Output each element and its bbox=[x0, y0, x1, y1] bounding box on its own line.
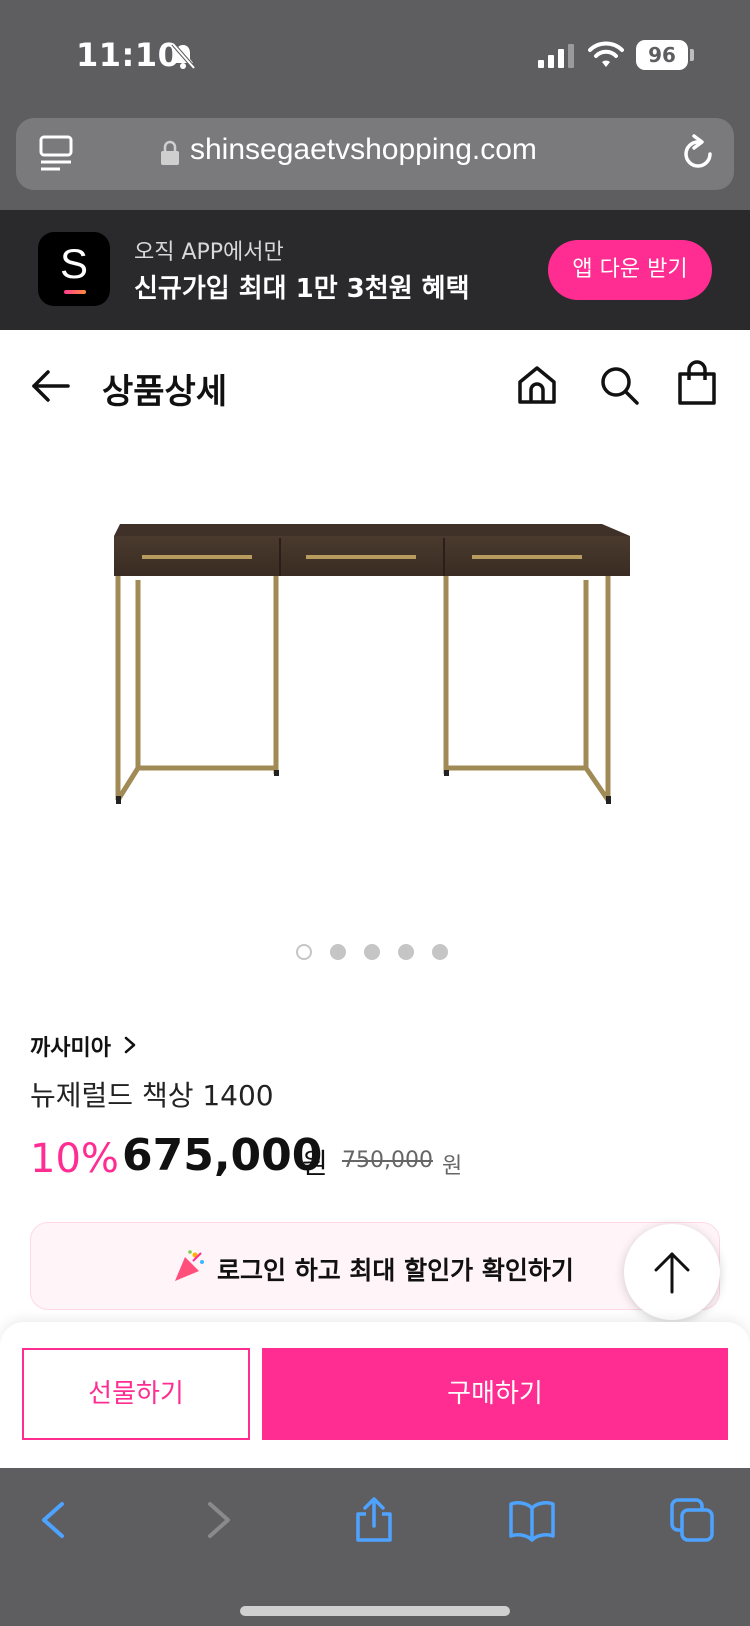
share-icon[interactable] bbox=[350, 1496, 398, 1544]
battery-indicator: 96 bbox=[636, 40, 688, 70]
back-icon[interactable] bbox=[30, 1496, 78, 1544]
gallery-dot[interactable] bbox=[432, 944, 448, 960]
product-image[interactable] bbox=[100, 500, 650, 840]
app-logo-letter: S bbox=[59, 240, 88, 287]
product-name: 뉴제럴드 책상 1400 bbox=[30, 1079, 274, 1112]
scroll-to-top-button[interactable] bbox=[624, 1224, 720, 1320]
app-download-button[interactable]: 앱 다운 받기 bbox=[548, 240, 712, 300]
wifi-icon bbox=[588, 41, 624, 67]
browser-chrome: 11:10 96 shinsegaetvshopping.com bbox=[0, 0, 750, 210]
buy-button[interactable]: 구매하기 bbox=[262, 1348, 728, 1440]
banner-title: 신규가입 최대 1만 3천원 혜택 bbox=[134, 274, 470, 304]
back-arrow-icon[interactable] bbox=[28, 364, 72, 408]
page-title: 상품상세 bbox=[102, 372, 228, 412]
page-header: 상품상세 bbox=[0, 330, 750, 450]
bookmarks-icon[interactable] bbox=[508, 1496, 556, 1544]
login-discount-banner[interactable]: 로그인 하고 최대 할인가 확인하기 bbox=[30, 1222, 720, 1310]
status-time: 11:10 bbox=[76, 36, 181, 74]
gallery-dot[interactable] bbox=[364, 944, 380, 960]
shopping-bag-icon[interactable] bbox=[676, 360, 718, 406]
app-download-banner: S 오직 APP에서만 신규가입 최대 1만 3천원 혜택 앱 다운 받기 bbox=[0, 210, 750, 330]
chevron-right-icon[interactable] bbox=[122, 1036, 138, 1054]
gallery-dot[interactable] bbox=[398, 944, 414, 960]
gallery-dot[interactable] bbox=[296, 944, 312, 960]
search-icon[interactable] bbox=[598, 364, 640, 406]
gallery-dot[interactable] bbox=[330, 944, 346, 960]
gift-button[interactable]: 선물하기 bbox=[22, 1348, 250, 1440]
reload-icon[interactable] bbox=[680, 134, 716, 172]
browser-toolbar bbox=[0, 1468, 750, 1626]
login-discount-text: 로그인 하고 최대 할인가 확인하기 bbox=[217, 1256, 574, 1285]
price-row: 10% 675,000 원 750,000 원 bbox=[30, 1130, 730, 1190]
party-popper-icon bbox=[175, 1250, 204, 1281]
address-bar[interactable]: shinsegaetvshopping.com bbox=[16, 118, 734, 190]
sale-price-unit: 원 bbox=[302, 1147, 328, 1180]
lock-icon bbox=[161, 140, 179, 165]
home-icon[interactable] bbox=[516, 364, 558, 406]
sale-price: 675,000 bbox=[122, 1130, 323, 1181]
tabs-icon[interactable] bbox=[668, 1496, 716, 1544]
banner-subtitle: 오직 APP에서만 bbox=[134, 240, 284, 265]
url-text[interactable]: shinsegaetvshopping.com bbox=[190, 133, 537, 167]
discount-rate: 10% bbox=[30, 1136, 119, 1182]
home-indicator bbox=[240, 1606, 510, 1616]
reader-icon[interactable] bbox=[38, 134, 74, 174]
app-logo-bar bbox=[64, 290, 86, 294]
forward-icon[interactable] bbox=[194, 1496, 242, 1544]
signal-icon bbox=[538, 44, 574, 68]
purchase-panel: 선물하기 구매하기 bbox=[0, 1322, 750, 1468]
original-price: 750,000 bbox=[342, 1148, 433, 1173]
arrow-up-icon bbox=[654, 1252, 690, 1294]
battery-tip bbox=[690, 49, 694, 61]
bell-off-icon bbox=[171, 42, 196, 70]
app-logo: S bbox=[38, 232, 110, 306]
brand-link[interactable]: 까사미아 bbox=[30, 1030, 111, 1062]
original-price-unit: 원 bbox=[442, 1154, 463, 1179]
